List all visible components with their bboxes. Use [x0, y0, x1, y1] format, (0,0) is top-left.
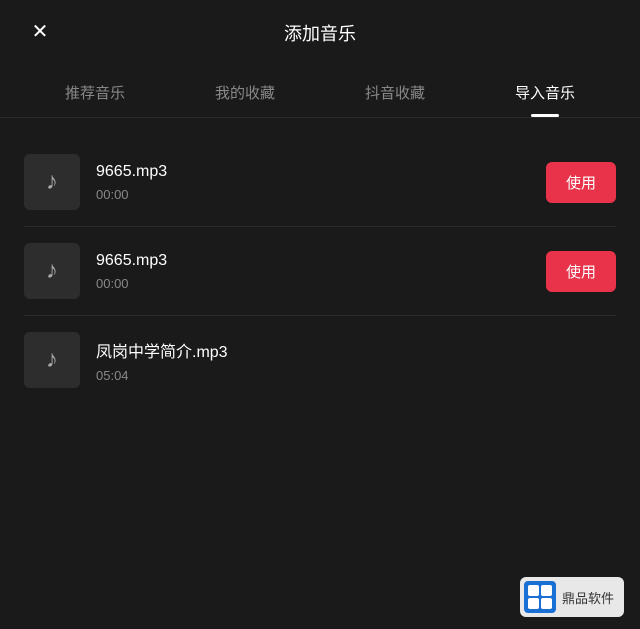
tab-import-music[interactable]: 导入音乐 [503, 74, 587, 117]
music-info: 9665.mp3 00:00 [96, 163, 546, 202]
music-note-icon: ♪ [46, 257, 58, 285]
use-button[interactable]: 使用 [546, 162, 616, 203]
music-list: ♪ 9665.mp3 00:00 使用 ♪ 9665.mp3 00:00 使用 … [0, 118, 640, 424]
music-duration: 05:04 [96, 368, 616, 383]
tab-my-favorites[interactable]: 我的收藏 [203, 74, 287, 117]
close-button[interactable]: ✕ [24, 15, 56, 47]
music-thumbnail: ♪ [24, 243, 80, 299]
ding-logo-icon [526, 583, 554, 611]
tabs-bar: 推荐音乐 我的收藏 抖音收藏 导入音乐 [0, 62, 640, 118]
music-info: 凤岗中学简介.mp3 05:04 [96, 338, 616, 383]
watermark: 鼎品软件 [520, 577, 624, 617]
music-item: ♪ 9665.mp3 00:00 使用 [24, 138, 616, 227]
music-info: 9665.mp3 00:00 [96, 252, 546, 291]
music-duration: 00:00 [96, 276, 546, 291]
music-item: ♪ 9665.mp3 00:00 使用 [24, 227, 616, 316]
header: ✕ 添加音乐 [0, 0, 640, 62]
music-name: 9665.mp3 [96, 163, 546, 181]
music-name: 凤岗中学简介.mp3 [96, 338, 616, 362]
use-button[interactable]: 使用 [546, 251, 616, 292]
tab-douyin-favorites[interactable]: 抖音收藏 [353, 74, 437, 117]
music-duration: 00:00 [96, 187, 546, 202]
music-thumbnail: ♪ [24, 332, 80, 388]
music-item: ♪ 凤岗中学简介.mp3 05:04 [24, 316, 616, 404]
page-title: 添加音乐 [284, 20, 356, 46]
watermark-logo [524, 581, 556, 613]
music-note-icon: ♪ [46, 168, 58, 196]
watermark-text: 鼎品软件 [562, 588, 614, 607]
music-thumbnail: ♪ [24, 154, 80, 210]
tab-recommended[interactable]: 推荐音乐 [53, 74, 137, 117]
music-name: 9665.mp3 [96, 252, 546, 270]
music-note-icon: ♪ [46, 346, 58, 374]
